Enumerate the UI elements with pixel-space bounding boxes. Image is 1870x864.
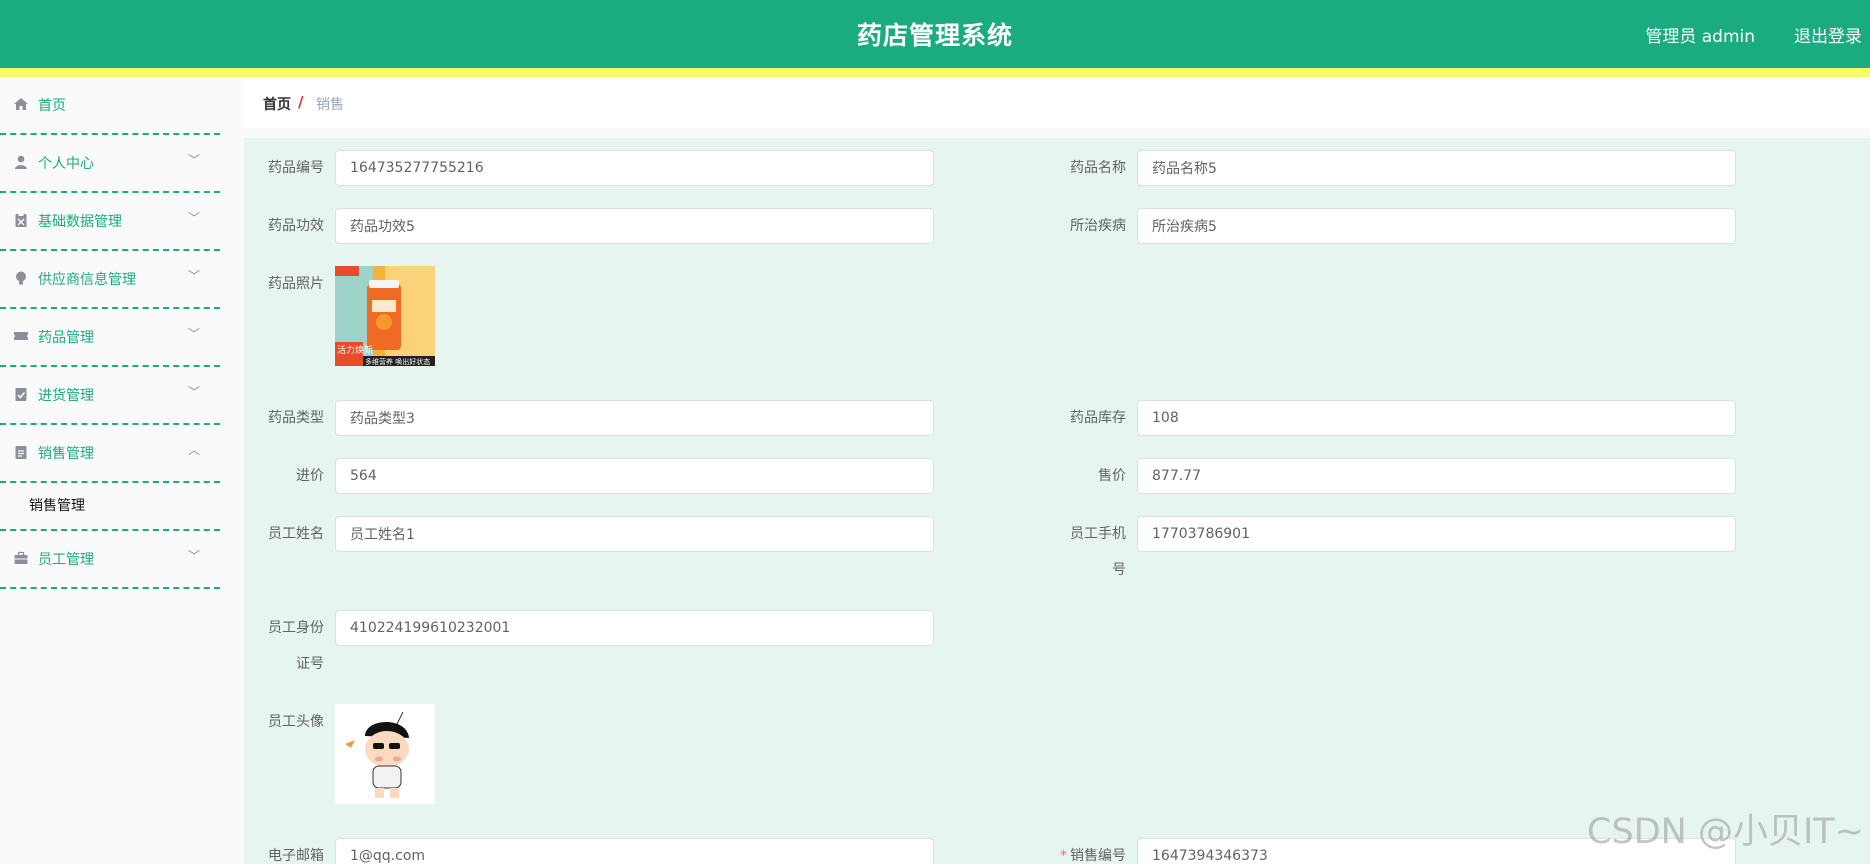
breadcrumb-current: 销售 xyxy=(316,97,344,113)
bulb-icon xyxy=(16,271,26,285)
watermark: CSDN @小贝IT~ xyxy=(1587,812,1864,852)
photo-badge: 活力焕新 xyxy=(337,344,373,356)
emp-id-field[interactable] xyxy=(335,610,934,646)
chevron-up-icon: ︿ xyxy=(187,443,200,457)
sale-no-label-text: 销售编号 xyxy=(1070,848,1126,864)
price-field[interactable] xyxy=(1137,458,1736,494)
drug-no-field[interactable] xyxy=(335,150,934,186)
sidebar-item-home[interactable]: 首页 xyxy=(0,77,220,135)
sidebar-item-personal[interactable]: 个人中心 ﹀ xyxy=(0,135,220,193)
sidebar-item-label: 员工管理 xyxy=(38,552,94,568)
sidebar-item-label: 基础数据管理 xyxy=(38,214,122,230)
photo-caption: 多维营养 唤出好状态 xyxy=(365,357,430,366)
disease-field[interactable] xyxy=(1137,208,1736,244)
chevron-down-icon: ﹀ xyxy=(187,549,200,563)
cost-label: 进价 xyxy=(296,468,324,484)
sidebar-item-purchase[interactable]: 进货管理 ﹀ xyxy=(0,367,220,425)
stock-label: 药品库存 xyxy=(1070,410,1126,426)
checklist-icon xyxy=(15,388,27,401)
sidebar-item-drug[interactable]: 药品管理 ﹀ xyxy=(0,309,220,367)
emp-phone-field[interactable] xyxy=(1137,516,1736,552)
sidebar-item-label: 进货管理 xyxy=(38,388,94,404)
briefcase-icon xyxy=(14,551,28,564)
chevron-down-icon: ﹀ xyxy=(187,269,200,283)
required-asterisk: * xyxy=(1060,848,1067,864)
sidebar-item-label: 个人中心 xyxy=(38,156,94,172)
sidebar-subitem-sales-management[interactable]: 销售管理 xyxy=(29,495,85,515)
sale-no-label: * 销售编号 xyxy=(1046,838,1126,864)
email-field[interactable] xyxy=(335,838,934,864)
app-title: 药店管理系统 xyxy=(856,21,1013,50)
drug-type-field[interactable] xyxy=(335,400,934,436)
cost-field[interactable] xyxy=(335,458,934,494)
drug-name-label: 药品名称 xyxy=(1070,160,1126,176)
user-icon xyxy=(15,155,27,169)
sidebar: 首页 个人中心 ﹀ 基础数据管理 ﹀ 供应商信息管理 ﹀ 药品管理 ﹀ 进货管理… xyxy=(0,77,220,864)
top-header: 药店管理系统 管理员 admin 退出登录 xyxy=(0,0,1870,68)
chevron-down-icon: ﹀ xyxy=(187,211,200,225)
logout-link[interactable]: 退出登录 xyxy=(1794,22,1862,47)
sidebar-item-supplier[interactable]: 供应商信息管理 ﹀ xyxy=(0,251,220,309)
drug-name-field[interactable] xyxy=(1137,150,1736,186)
emp-phone-label: 员工手机 xyxy=(1070,526,1126,542)
breadcrumb-separator: / xyxy=(298,93,304,111)
price-label: 售价 xyxy=(1098,468,1126,484)
admin-label: 管理员 admin xyxy=(1645,27,1755,47)
drug-effect-label: 药品功效 xyxy=(268,218,324,234)
emp-id-label: 员工身份 xyxy=(268,620,324,636)
drug-type-label: 药品类型 xyxy=(268,410,324,426)
sidebar-item-sales[interactable]: 销售管理 ︿ xyxy=(0,425,220,483)
sidebar-submenu-sales: 销售管理 xyxy=(0,483,220,531)
home-icon xyxy=(14,98,28,110)
emp-phone-label-cont: 号 xyxy=(1112,562,1126,578)
drug-no-label: 药品编号 xyxy=(268,160,324,176)
sidebar-item-label: 首页 xyxy=(38,98,66,114)
disease-label: 所治疾病 xyxy=(1070,218,1126,234)
breadcrumb-home[interactable]: 首页 xyxy=(263,94,291,114)
accent-divider xyxy=(0,68,1870,77)
emp-avatar-label: 员工头像 xyxy=(268,714,324,730)
emp-name-field[interactable] xyxy=(335,516,934,552)
clipboard-icon xyxy=(15,213,27,227)
emp-id-label-cont: 证号 xyxy=(296,656,324,672)
sidebar-item-label: 销售管理 xyxy=(38,446,94,462)
drug-photo-label: 药品照片 xyxy=(268,276,324,292)
drug-photo-image[interactable]: 活力焕新 多维营养 唤出好状态 xyxy=(335,266,435,366)
document-icon xyxy=(15,446,27,459)
sidebar-item-staff[interactable]: 员工管理 ﹀ xyxy=(0,531,220,589)
chevron-down-icon: ﹀ xyxy=(187,153,200,167)
drug-effect-field[interactable] xyxy=(335,208,934,244)
sidebar-item-label: 供应商信息管理 xyxy=(38,272,136,288)
emp-avatar-image[interactable] xyxy=(335,704,435,804)
breadcrumb: 首页 / 销售 xyxy=(244,80,1870,128)
chevron-down-icon: ﹀ xyxy=(187,385,200,399)
emp-name-label: 员工姓名 xyxy=(268,526,324,542)
stock-field[interactable] xyxy=(1137,400,1736,436)
ticket-icon xyxy=(14,332,28,340)
sale-form: 药品编号 药品名称 药品功效 所治疾病 药品照片 活力焕新 多维营养 唤出好状态… xyxy=(244,138,1870,864)
chevron-down-icon: ﹀ xyxy=(187,327,200,341)
sidebar-item-label: 药品管理 xyxy=(38,330,94,346)
email-label: 电子邮箱 xyxy=(268,848,324,864)
sidebar-item-basic-data[interactable]: 基础数据管理 ﹀ xyxy=(0,193,220,251)
